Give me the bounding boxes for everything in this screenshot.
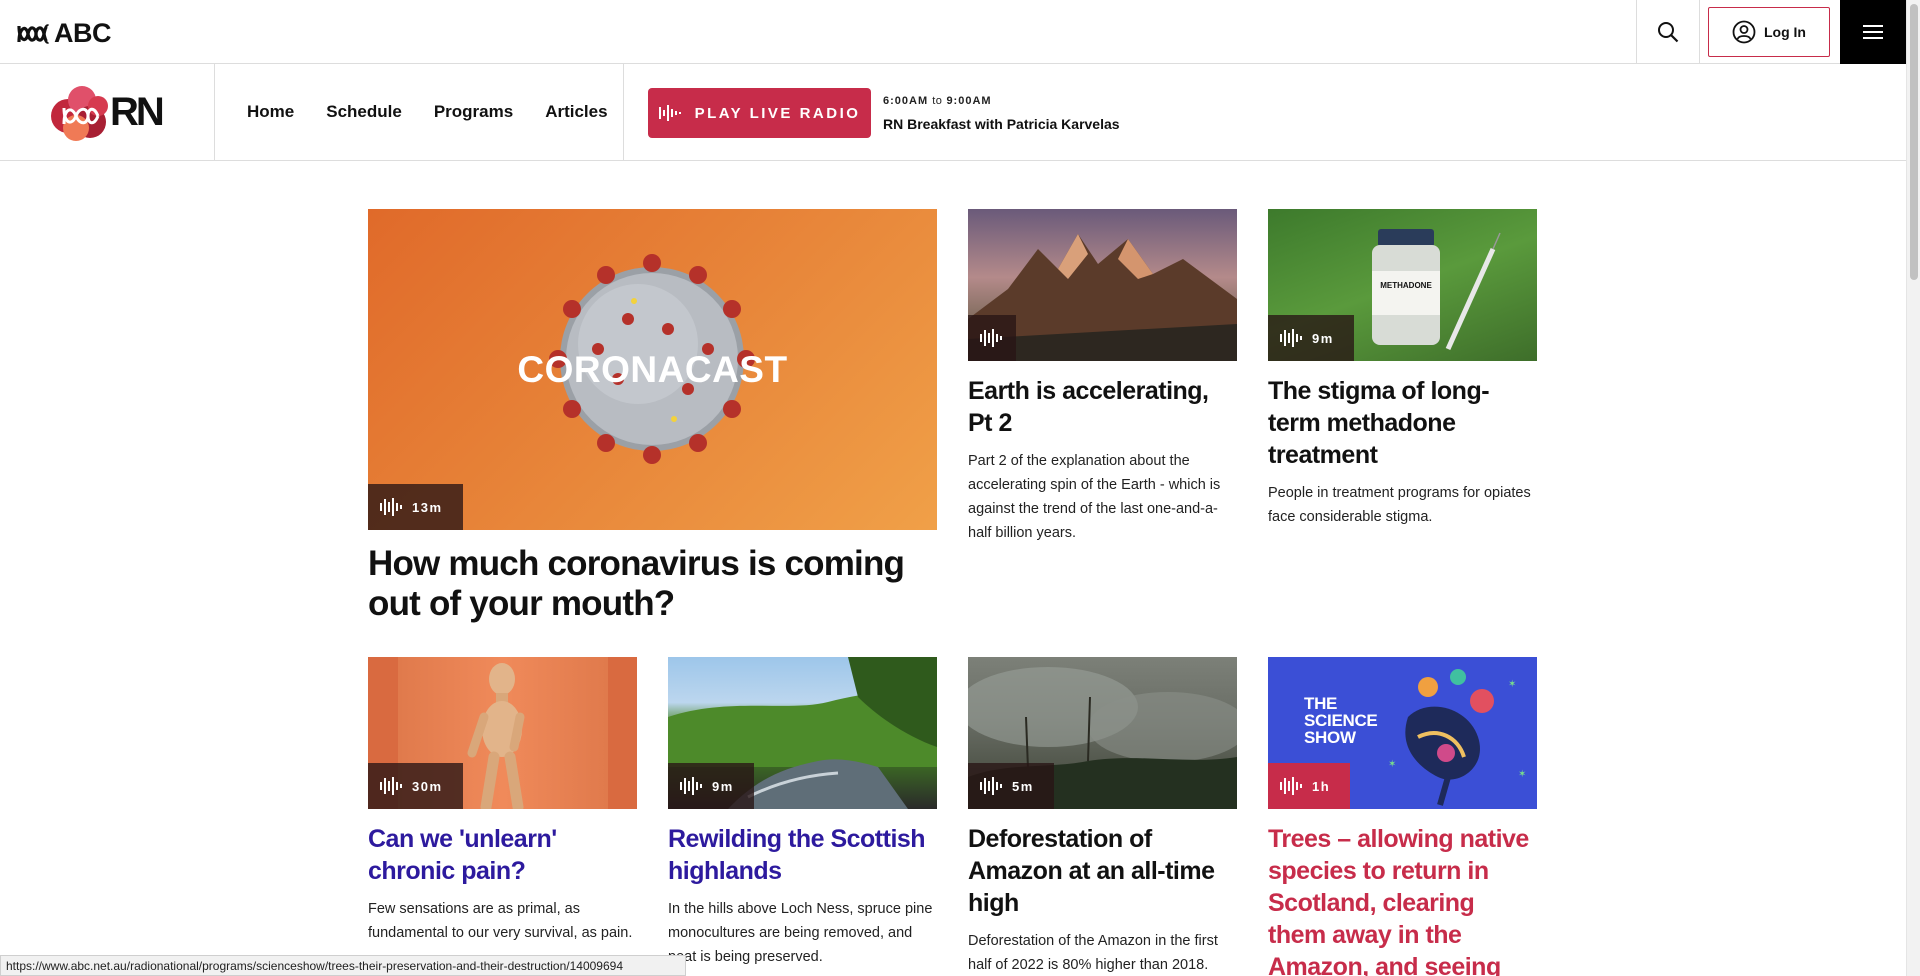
main-nav: Home Schedule Programs Articles [247, 64, 608, 160]
login-button[interactable]: Log In [1708, 7, 1830, 57]
search-icon [1658, 22, 1679, 43]
abc-logo[interactable]: ABC [16, 18, 112, 49]
nav-divider [214, 64, 215, 160]
nav-divider [623, 64, 624, 160]
article-title[interactable]: Can we 'unlearn' chronic pain? [368, 823, 637, 887]
article-description: Few sensations are as primal, as fundame… [368, 901, 633, 941]
article-title[interactable]: Deforestation of Amazon at an all-time h… [968, 823, 1237, 919]
now-to: to [932, 95, 943, 107]
audio-waveform-icon [380, 777, 402, 795]
link-status-bar: https://www.abc.net.au/radionational/pro… [0, 955, 686, 976]
article-card[interactable]: ✶ ✶ ✶ THE SCIENCE SHOW 1h Trees – allowi… [1268, 657, 1537, 976]
article-thumbnail[interactable]: 5m [968, 657, 1237, 809]
featured-title[interactable]: How much coronavirus is coming out of yo… [368, 544, 937, 624]
now-playing-show[interactable]: RN Breakfast with Patricia Karvelas [883, 116, 1120, 132]
nav-programs[interactable]: Programs [434, 102, 513, 122]
article-title[interactable]: Earth is accelerating, Pt 2 [968, 375, 1237, 439]
play-live-radio-button[interactable]: PLAY LIVE RADIO [648, 88, 871, 138]
rn-header: RN Home Schedule Programs Articles PLAY … [0, 64, 1906, 161]
audio-waveform-icon [680, 777, 702, 795]
duration-text: 5m [1012, 778, 1034, 794]
duration-badge: 9m [1268, 315, 1354, 361]
article-description: In the hills above Loch Ness, spruce pin… [668, 901, 933, 965]
audio-waveform-icon [1280, 329, 1302, 347]
abc-logo-text: ABC [54, 18, 112, 48]
article-card[interactable]: Earth is accelerating, Pt 2 Part 2 of th… [968, 209, 1237, 545]
now-end-time: 9:00AM [946, 95, 992, 107]
article-description: People in treatment programs for opiates… [1268, 485, 1531, 525]
rn-logo-text: RN [110, 90, 165, 134]
article-thumbnail[interactable]: 30m [368, 657, 637, 809]
article-description: Deforestation of the Amazon in the first… [968, 933, 1218, 973]
vial-label: METHADONE [1380, 281, 1432, 290]
article-card[interactable]: 9m Rewilding the Scottish highlands In t… [668, 657, 937, 969]
user-icon [1732, 20, 1756, 44]
article-description: Part 2 of the explanation about the acce… [968, 453, 1221, 541]
svg-text:✶: ✶ [1518, 769, 1526, 780]
scrollbar-thumb[interactable] [1910, 4, 1918, 280]
audio-waveform-icon [980, 777, 1002, 795]
article-card[interactable]: 5m Deforestation of Amazon at an all-tim… [968, 657, 1237, 976]
duration-badge: 9m [668, 763, 754, 809]
audio-waveform-icon [658, 105, 681, 121]
duration-badge [968, 315, 1016, 361]
rn-logo[interactable]: RN [46, 78, 170, 146]
science-show-thumb-text: THE SCIENCE SHOW [1304, 694, 1378, 747]
duration-badge: 30m [368, 763, 463, 809]
play-live-label: PLAY LIVE RADIO [694, 104, 861, 122]
featured-thumbnail[interactable]: CORONACAST 13m [368, 209, 937, 530]
search-button[interactable] [1636, 0, 1700, 64]
now-start-time: 6:00AM [883, 95, 929, 107]
article-thumbnail[interactable]: 9m [668, 657, 937, 809]
featured-overlay-title: CORONACAST [517, 349, 788, 390]
article-thumbnail[interactable]: ✶ ✶ ✶ THE SCIENCE SHOW 1h [1268, 657, 1537, 809]
abc-lissajous-icon [17, 23, 50, 44]
duration-text: 13m [412, 499, 443, 515]
nav-articles[interactable]: Articles [545, 102, 607, 122]
article-title[interactable]: Rewilding the Scottish highlands [668, 823, 937, 887]
svg-text:✶: ✶ [1508, 679, 1516, 690]
duration-text: 9m [712, 778, 734, 794]
nav-home[interactable]: Home [247, 102, 294, 122]
duration-badge: 1h [1268, 763, 1351, 809]
audio-waveform-icon [380, 498, 402, 516]
vertical-scrollbar[interactable] [1906, 0, 1920, 976]
menu-button[interactable] [1840, 0, 1906, 64]
article-thumbnail[interactable] [968, 209, 1237, 361]
audio-waveform-icon [1280, 777, 1302, 795]
duration-badge: 5m [968, 763, 1054, 809]
nav-schedule[interactable]: Schedule [326, 102, 402, 122]
duration-text: 30m [412, 778, 443, 794]
duration-text: 1h [1312, 778, 1331, 794]
duration-text: 9m [1312, 330, 1334, 346]
audio-waveform-icon [980, 329, 1002, 347]
article-card[interactable]: METHADONE 9m The stigma of long-term met… [1268, 209, 1537, 529]
abc-global-header: ABC Log In [0, 0, 1906, 64]
hamburger-icon [1863, 25, 1883, 39]
duration-badge: 13m [368, 484, 463, 530]
article-title[interactable]: The stigma of long-term methadone treatm… [1268, 375, 1537, 471]
article-thumbnail[interactable]: METHADONE 9m [1268, 209, 1537, 361]
article-title[interactable]: Trees – allowing native species to retur… [1268, 823, 1537, 976]
now-playing-time: 6:00AM to 9:00AM [883, 95, 992, 107]
featured-card[interactable]: CORONACAST 13m How much coronavirus is c… [368, 209, 937, 624]
article-card[interactable]: 30m Can we 'unlearn' chronic pain? Few s… [368, 657, 637, 945]
login-label: Log In [1764, 24, 1806, 40]
svg-text:✶: ✶ [1388, 759, 1396, 770]
